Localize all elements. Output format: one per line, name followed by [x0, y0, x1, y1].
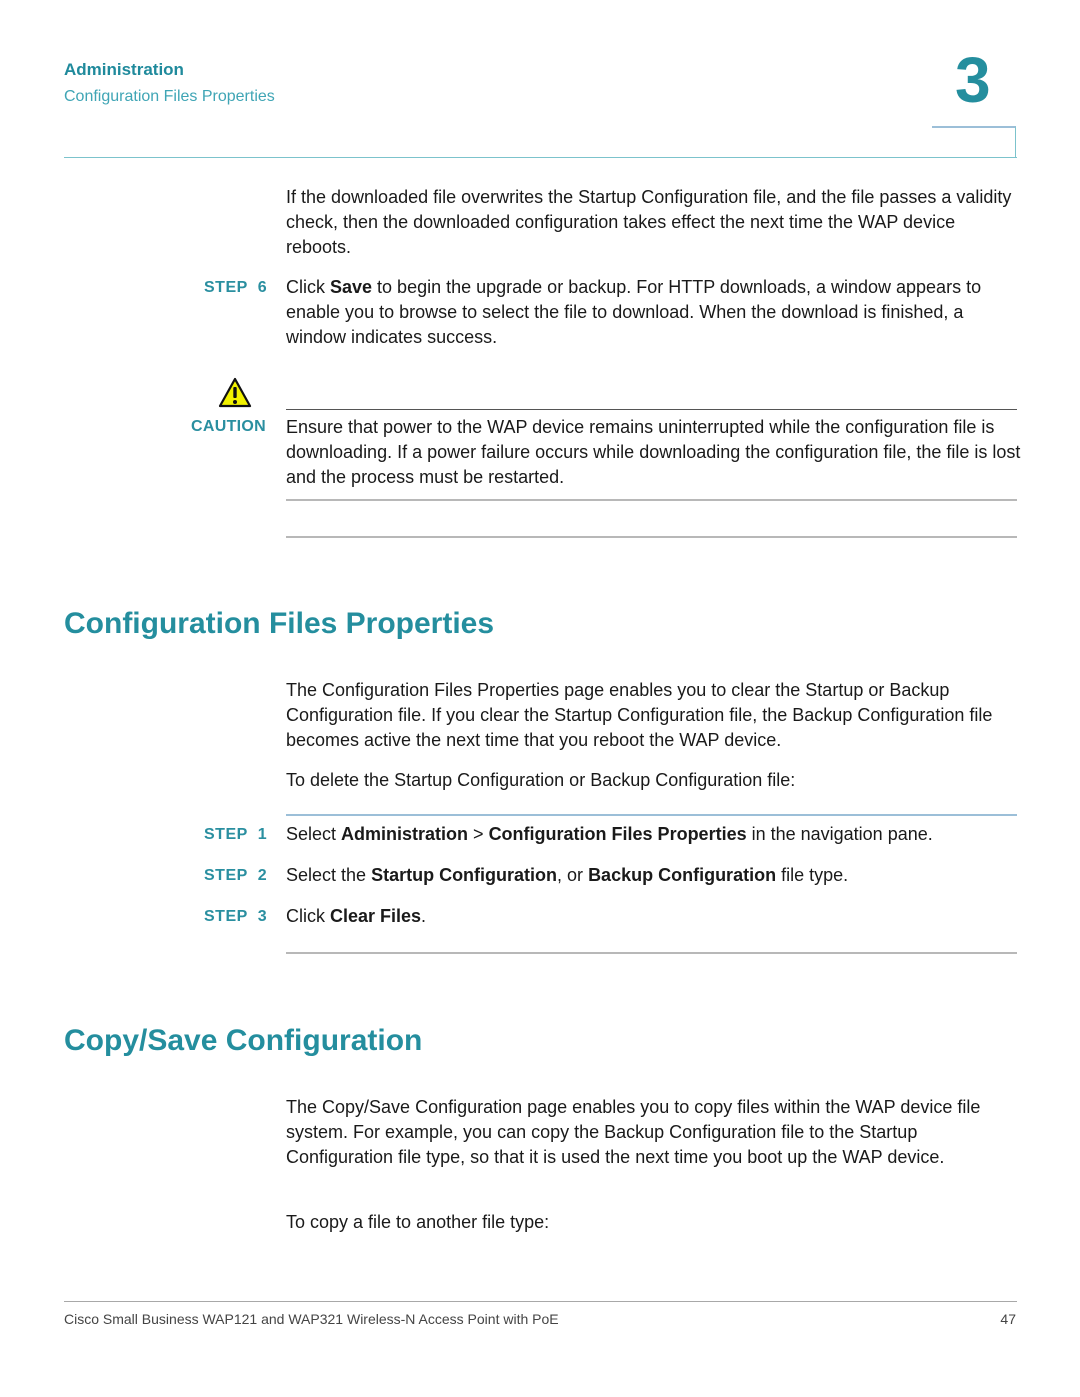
- subsection-header: Configuration Files Properties: [64, 88, 275, 105]
- step-text: Select: [286, 824, 342, 844]
- step-text: Click: [286, 277, 330, 297]
- step-3-text: Click Clear Files.: [286, 904, 1021, 929]
- step-1-label: STEP 1: [204, 826, 267, 844]
- step-6-label: STEP 6: [204, 279, 267, 297]
- step-word: STEP: [204, 867, 248, 884]
- chapter-tab-decoration: [932, 126, 1016, 157]
- step-ui-term: Startup Configuration: [371, 865, 558, 885]
- step-ui-term: Configuration Files Properties: [488, 824, 747, 844]
- step-text: , or: [557, 865, 589, 885]
- chapter-number: 3: [955, 44, 991, 116]
- step-ui-term: Administration: [341, 824, 469, 844]
- step-number: 2: [257, 867, 268, 884]
- step-ui-term: Clear Files: [330, 906, 422, 926]
- section-title-copy-save: Copy/Save Configuration: [64, 1024, 423, 1057]
- caution-label: CAUTION: [191, 418, 266, 435]
- steps-bottom-rule: [286, 952, 1017, 954]
- footer-divider: [64, 1301, 1017, 1302]
- step-6-text: Click Save to begin the upgrade or backu…: [286, 275, 1021, 349]
- copy-save-lead: To copy a file to another file type:: [286, 1212, 550, 1232]
- step-text: to begin the upgrade or backup. For HTTP…: [286, 277, 982, 347]
- step-1-text: Select Administration > Configuration Fi…: [286, 822, 1021, 847]
- section-title-config-files: Configuration Files Properties: [64, 607, 495, 640]
- config-files-lead: To delete the Startup Configuration or B…: [286, 770, 796, 790]
- caution-bottom-rule: [286, 499, 1017, 501]
- step-word: STEP: [204, 826, 248, 843]
- section-end-rule: [286, 536, 1017, 538]
- step-2-text: Select the Startup Configuration, or Bac…: [286, 863, 1021, 888]
- step-ui-term: Save: [330, 277, 373, 297]
- step-number: 6: [257, 279, 268, 296]
- copy-save-paragraph: The Copy/Save Configuration page enables…: [286, 1097, 981, 1167]
- step-number: 3: [257, 908, 268, 925]
- step-number: 1: [257, 826, 268, 843]
- intro-paragraph: If the downloaded file overwrites the St…: [286, 187, 1012, 257]
- header-divider: [64, 157, 1017, 158]
- step-ui-term: Backup Configuration: [588, 865, 777, 885]
- section-header: Administration: [64, 60, 184, 79]
- step-text: .: [421, 906, 427, 926]
- step-text: file type.: [776, 865, 849, 885]
- step-word: STEP: [204, 279, 248, 296]
- step-2-label: STEP 2: [204, 867, 267, 885]
- footer-title: Cisco Small Business WAP121 and WAP321 W…: [64, 1311, 559, 1327]
- config-files-paragraph: The Configuration Files Properties page …: [286, 680, 993, 750]
- warning-triangle-icon: [218, 377, 252, 409]
- step-3-label: STEP 3: [204, 908, 267, 926]
- step-word: STEP: [204, 908, 248, 925]
- step-text: Click: [286, 906, 330, 926]
- caution-text: Ensure that power to the WAP device rema…: [286, 417, 1021, 487]
- page-number: 47: [1000, 1311, 1016, 1327]
- step-text: Select the: [286, 865, 372, 885]
- step-text: in the navigation pane.: [746, 824, 933, 844]
- step-text: >: [468, 824, 489, 844]
- steps-top-rule: [286, 814, 1017, 816]
- caution-top-rule: [286, 409, 1017, 410]
